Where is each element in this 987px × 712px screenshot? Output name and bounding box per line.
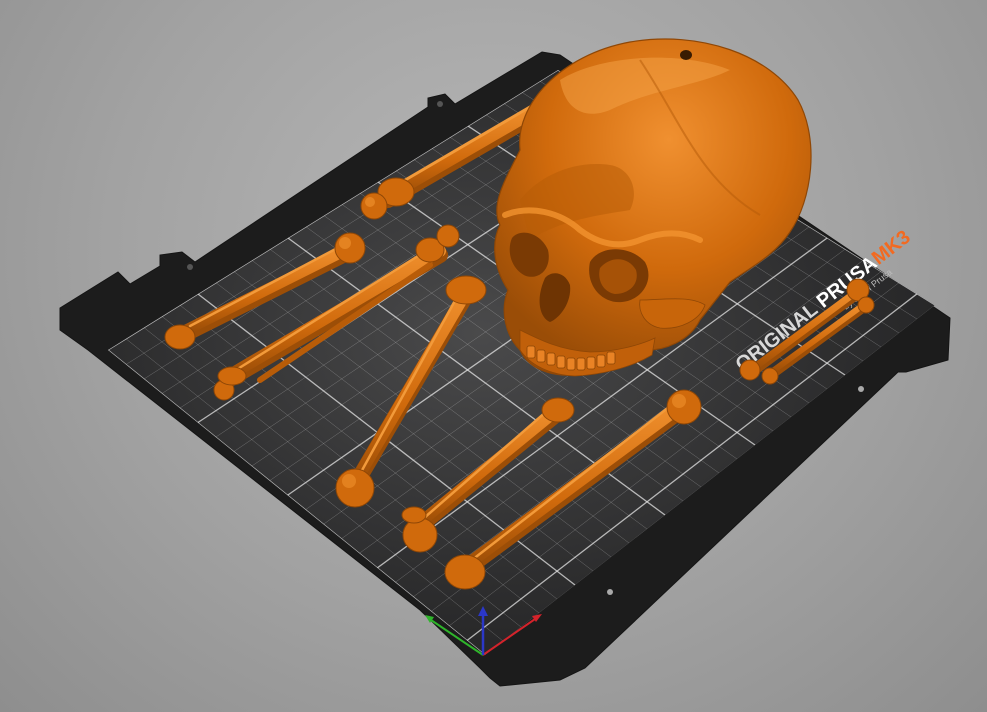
mount-hole bbox=[187, 264, 193, 270]
3d-viewport[interactable]: ORIGINAL PRUSAMK3 by Josef Prusa bbox=[0, 0, 987, 712]
scene[interactable]: ORIGINAL PRUSAMK3 by Josef Prusa bbox=[0, 0, 987, 712]
mount-hole bbox=[437, 101, 443, 107]
print-bed[interactable]: ORIGINAL PRUSAMK3 by Josef Prusa bbox=[59, 51, 951, 687]
mount-hole bbox=[607, 589, 613, 595]
mount-hole bbox=[858, 386, 864, 392]
